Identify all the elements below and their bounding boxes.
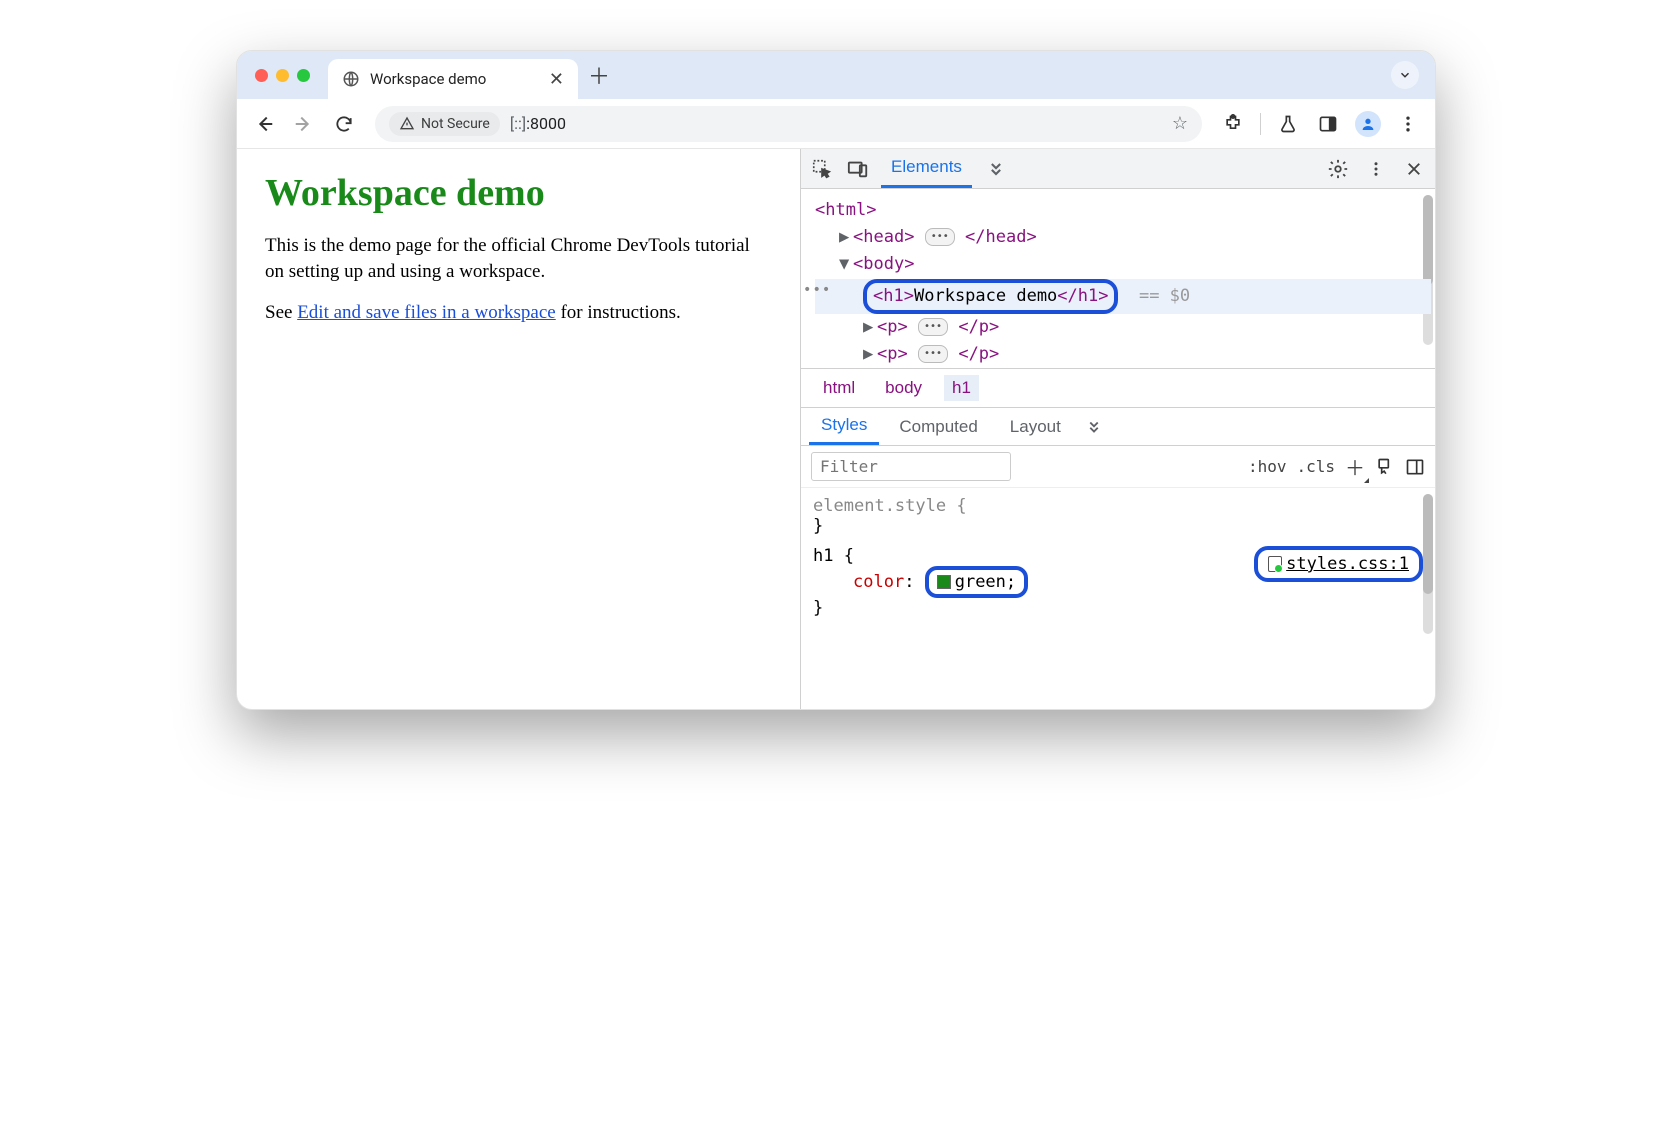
toolbar: Not Secure [::]:8000 ☆	[237, 99, 1435, 149]
not-secure-label: Not Secure	[421, 116, 490, 132]
highlight-callout-value: green;	[925, 566, 1028, 598]
maximize-window-button[interactable]	[297, 69, 310, 82]
computed-sidebar-icon[interactable]	[1405, 457, 1425, 477]
extensions-button[interactable]	[1216, 107, 1250, 141]
rule-source-link[interactable]: styles.css:1	[1254, 546, 1423, 582]
side-panel-button[interactable]	[1311, 107, 1345, 141]
styles-toolbar: :hov .cls ＋	[801, 446, 1435, 488]
rendered-page: Workspace demo This is the demo page for…	[237, 149, 800, 709]
settings-gear-icon[interactable]	[1325, 158, 1351, 180]
ellipsis-icon[interactable]: •••	[925, 228, 955, 246]
tab-strip: Workspace demo ✕ ＋	[237, 51, 1435, 99]
back-button[interactable]	[247, 107, 281, 141]
close-devtools-icon[interactable]	[1401, 160, 1427, 178]
tab-title: Workspace demo	[370, 70, 539, 88]
dom-node-head[interactable]: ▶<head> ••• </head>	[815, 224, 1431, 251]
devtools-tab-bar: Elements	[801, 149, 1435, 189]
selected-node-ref: == $0	[1139, 286, 1190, 306]
separator	[1260, 113, 1261, 135]
address-bar[interactable]: Not Secure [::]:8000 ☆	[375, 106, 1202, 142]
tabs-overflow-icon[interactable]	[986, 159, 1006, 179]
page-heading: Workspace demo	[265, 171, 772, 215]
reload-button[interactable]	[327, 107, 361, 141]
globe-icon	[342, 70, 360, 88]
dom-node-p[interactable]: ▶<p> ••• </p>	[815, 341, 1431, 368]
devtools-panel: Elements	[800, 149, 1435, 709]
security-chip[interactable]: Not Secure	[389, 112, 500, 136]
ellipsis-icon[interactable]: •••	[918, 345, 948, 363]
ellipsis-icon[interactable]: •••	[918, 318, 948, 336]
crumb-body[interactable]: body	[877, 375, 930, 401]
dom-node-p[interactable]: ▶<p> ••• </p>	[815, 314, 1431, 341]
inspect-element-icon[interactable]	[809, 158, 835, 180]
dom-breadcrumb: html body h1	[801, 369, 1435, 408]
devtools-menu-icon[interactable]	[1363, 160, 1389, 178]
dom-node-html[interactable]: <html>	[815, 197, 1431, 224]
subtab-computed[interactable]: Computed	[887, 408, 989, 445]
dom-node-body-close[interactable]: </body>	[815, 368, 1431, 369]
crumb-html[interactable]: html	[815, 375, 863, 401]
mapped-file-icon	[1268, 556, 1282, 572]
styles-rules: element.style { } styles.css:1 h1 { colo…	[801, 488, 1435, 709]
row-actions-icon[interactable]: •••	[803, 279, 831, 301]
highlight-callout-h1: <h1>Workspace demo</h1>	[863, 279, 1118, 314]
element-style-rule[interactable]: element.style { }	[813, 496, 1423, 536]
styles-filter-input[interactable]	[811, 452, 1011, 481]
new-rule-button[interactable]: ＋	[1345, 452, 1365, 481]
close-window-button[interactable]	[255, 69, 268, 82]
scrollbar[interactable]	[1423, 494, 1433, 634]
tab-elements[interactable]: Elements	[881, 149, 972, 188]
workspace-tutorial-link[interactable]: Edit and save files in a workspace	[297, 302, 556, 323]
class-toggle[interactable]: .cls	[1296, 457, 1335, 476]
profile-button[interactable]	[1351, 107, 1385, 141]
styles-tab-bar: Styles Computed Layout	[801, 408, 1435, 446]
dom-node-body[interactable]: ▼<body>	[815, 251, 1431, 278]
dom-tree[interactable]: <html> ▶<head> ••• </head> ▼<body> ••• <…	[801, 189, 1435, 369]
close-tab-icon[interactable]: ✕	[549, 69, 564, 90]
h1-rule[interactable]: styles.css:1 h1 { color: green; }	[813, 546, 1423, 618]
crumb-h1[interactable]: h1	[944, 375, 979, 401]
browser-tab[interactable]: Workspace demo ✕	[328, 59, 578, 99]
minimize-window-button[interactable]	[276, 69, 289, 82]
url-text: [::]:8000	[510, 114, 566, 133]
paint-flash-icon[interactable]	[1375, 457, 1395, 477]
subtab-styles[interactable]: Styles	[809, 408, 879, 445]
page-paragraph-2: See Edit and save files in a workspace f…	[265, 300, 772, 326]
content-area: Workspace demo This is the demo page for…	[237, 149, 1435, 709]
hover-toggle[interactable]: :hov	[1248, 457, 1287, 476]
window-controls	[255, 69, 310, 82]
menu-button[interactable]	[1391, 107, 1425, 141]
page-paragraph-1: This is the demo page for the official C…	[265, 233, 772, 284]
new-tab-button[interactable]: ＋	[588, 59, 610, 91]
device-toolbar-icon[interactable]	[845, 158, 871, 180]
color-swatch-icon[interactable]	[937, 575, 951, 589]
dom-node-h1-selected[interactable]: ••• <h1>Workspace demo</h1> == $0	[815, 279, 1431, 314]
scrollbar[interactable]	[1423, 195, 1433, 345]
browser-window: Workspace demo ✕ ＋ Not Secure [::]:8000	[236, 50, 1436, 710]
highlight-callout-source: styles.css:1	[1254, 546, 1423, 582]
subtabs-overflow-icon[interactable]	[1085, 418, 1103, 436]
labs-button[interactable]	[1271, 107, 1305, 141]
subtab-layout[interactable]: Layout	[998, 408, 1073, 445]
tab-overflow-button[interactable]	[1391, 61, 1419, 89]
bookmark-star-icon[interactable]: ☆	[1172, 113, 1188, 134]
forward-button[interactable]	[287, 107, 321, 141]
